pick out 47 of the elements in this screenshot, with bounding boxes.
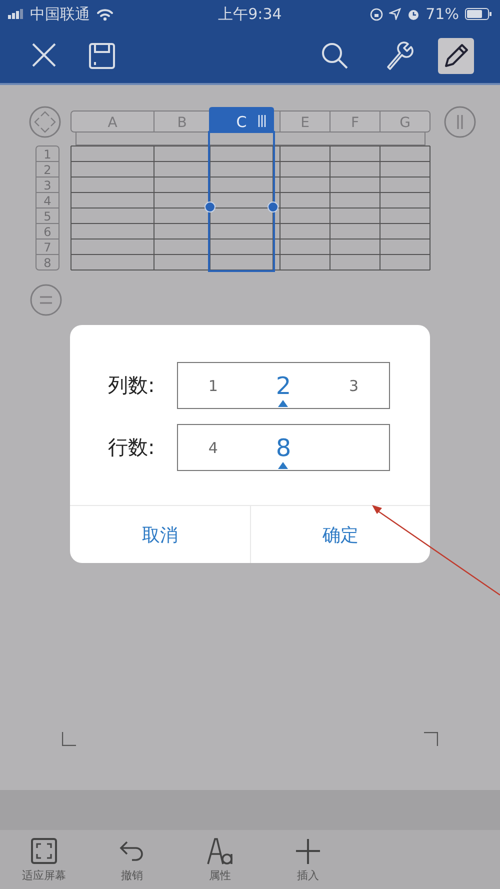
picker-option[interactable]: 1 bbox=[208, 376, 218, 394]
expand-icon bbox=[29, 836, 59, 866]
toolbar-button[interactable]: 撤销 bbox=[88, 830, 176, 889]
toolbar-button[interactable]: 属性 bbox=[176, 830, 264, 889]
row-header[interactable]: 7 bbox=[44, 240, 52, 254]
toolbar-button[interactable]: 适应屏幕 bbox=[0, 830, 88, 889]
field-label: 列数: bbox=[108, 372, 156, 399]
picker-option[interactable]: 8 bbox=[276, 434, 292, 460]
column-header[interactable]: B bbox=[177, 115, 187, 131]
selection-handle[interactable] bbox=[204, 202, 216, 212]
wifi-icon bbox=[96, 8, 114, 20]
picker-option[interactable]: 3 bbox=[349, 376, 359, 394]
location-icon bbox=[388, 8, 401, 20]
row-header[interactable]: 3 bbox=[44, 178, 52, 192]
row-header[interactable]: 4 bbox=[44, 194, 52, 208]
carrier-name: 中国联通 bbox=[30, 4, 90, 24]
column-header[interactable]: C bbox=[209, 107, 274, 132]
plus-icon bbox=[293, 836, 323, 866]
battery-icon bbox=[464, 8, 492, 20]
font-icon bbox=[205, 836, 235, 866]
number-picker[interactable]: 1 2 3 bbox=[177, 362, 390, 409]
pointer-icon bbox=[278, 400, 288, 407]
alarm-icon bbox=[406, 8, 420, 20]
field-label: 行数: bbox=[108, 434, 156, 461]
row-header[interactable]: 2 bbox=[44, 163, 52, 177]
column-header[interactable]: F bbox=[350, 115, 360, 131]
dialog-button[interactable]: 取消 bbox=[70, 506, 250, 563]
pointer-icon bbox=[278, 462, 288, 469]
row-header[interactable]: 8 bbox=[44, 256, 52, 270]
row-header[interactable]: 1 bbox=[44, 148, 52, 162]
column-header[interactable]: E bbox=[300, 115, 310, 131]
column-header[interactable]: G bbox=[400, 115, 410, 131]
row-header[interactable]: 5 bbox=[44, 210, 52, 224]
crop-mark bbox=[62, 732, 76, 746]
column-header[interactable]: A bbox=[108, 115, 118, 131]
crop-mark bbox=[424, 732, 438, 746]
battery-percent: 71% bbox=[426, 5, 459, 23]
number-picker[interactable]: 4 8 bbox=[177, 424, 390, 471]
selection-handle[interactable] bbox=[268, 202, 278, 212]
picker-option[interactable]: 2 bbox=[276, 372, 292, 398]
row-header[interactable]: 6 bbox=[44, 225, 52, 239]
signal-icon bbox=[8, 9, 24, 19]
clock: 上午9:34 bbox=[217, 4, 283, 24]
toolbar-button[interactable]: 插入 bbox=[264, 830, 352, 889]
pencil-button[interactable] bbox=[438, 38, 474, 74]
picker-option[interactable]: 4 bbox=[208, 438, 218, 456]
rotation-lock-icon bbox=[370, 8, 383, 20]
